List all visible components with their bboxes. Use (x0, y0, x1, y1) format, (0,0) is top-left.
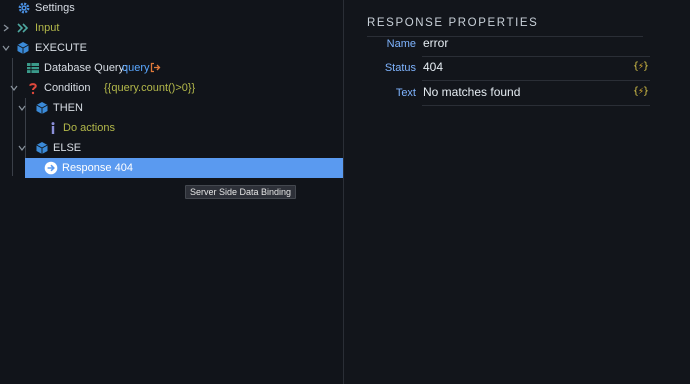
tree-item-settings[interactable]: Settings (0, 0, 343, 18)
info-icon (46, 121, 60, 135)
name-field[interactable]: error (423, 36, 448, 50)
data-binding-icon[interactable]: {⚡} (633, 61, 649, 72)
section-title: RESPONSE PROPERTIES (367, 17, 539, 29)
tree-item-label: Do actions (63, 122, 115, 134)
query-name: query (122, 62, 150, 74)
property-label: Name (386, 38, 416, 50)
data-binding-icon[interactable]: {⚡} (633, 86, 649, 97)
cube-icon (16, 41, 30, 55)
question-icon (26, 81, 40, 95)
chevron-right-icon[interactable] (1, 18, 11, 38)
chevron-down-icon[interactable] (9, 78, 19, 98)
tree-item-label: Input (35, 22, 60, 34)
property-label: Status (384, 62, 416, 74)
cube-icon (35, 101, 49, 115)
tree-item-then[interactable]: THEN (0, 98, 343, 118)
steps-tree-panel: Settings Input EXECUTE Database Query: q… (0, 0, 343, 384)
tree-item-label: Settings (35, 2, 75, 14)
tree-item-label: EXECUTE (35, 42, 87, 54)
property-label: Text (395, 87, 416, 99)
tree-item-label: Response 404 (62, 162, 133, 174)
property-row-text: Text No matches found {⚡} (344, 82, 650, 106)
text-field[interactable]: No matches found (423, 85, 520, 99)
cube-icon (35, 141, 49, 155)
properties-panel: RESPONSE PROPERTIES Name error Status 40… (344, 0, 690, 384)
property-row-status: Status 404 {⚡} (344, 57, 650, 81)
table-icon (26, 61, 40, 75)
condition-expression: {{query.count()>0}} (104, 82, 196, 94)
tree-item-database-query[interactable]: Database Query: query (0, 58, 343, 78)
arrow-right-circle-icon (44, 161, 58, 175)
property-row-name: Name error (344, 33, 650, 57)
chevron-down-icon[interactable] (17, 98, 27, 118)
tree-item-do-actions[interactable]: Do actions (0, 118, 343, 138)
field-underline (422, 80, 650, 81)
tree-item-label: THEN (53, 102, 83, 114)
status-field[interactable]: 404 (423, 60, 443, 74)
input-arrows-icon (16, 21, 30, 35)
tree-item-label: Database Query: (44, 62, 128, 74)
field-underline (422, 105, 650, 106)
tree-item-else[interactable]: ELSE (0, 138, 343, 158)
output-icon (150, 62, 161, 73)
tree-item-response-selected[interactable]: Response 404 (25, 158, 343, 178)
tooltip: Server Side Data Binding (185, 185, 297, 199)
gear-icon (17, 1, 31, 15)
tree-item-condition[interactable]: Condition {{query.count()>0}} (0, 78, 343, 98)
chevron-down-icon[interactable] (1, 38, 11, 58)
tree-item-label: Condition (44, 82, 91, 94)
tree-item-input[interactable]: Input (0, 18, 343, 38)
tree-item-label: ELSE (53, 142, 82, 154)
chevron-down-icon[interactable] (17, 138, 27, 158)
tree-item-execute[interactable]: EXECUTE (0, 38, 343, 58)
